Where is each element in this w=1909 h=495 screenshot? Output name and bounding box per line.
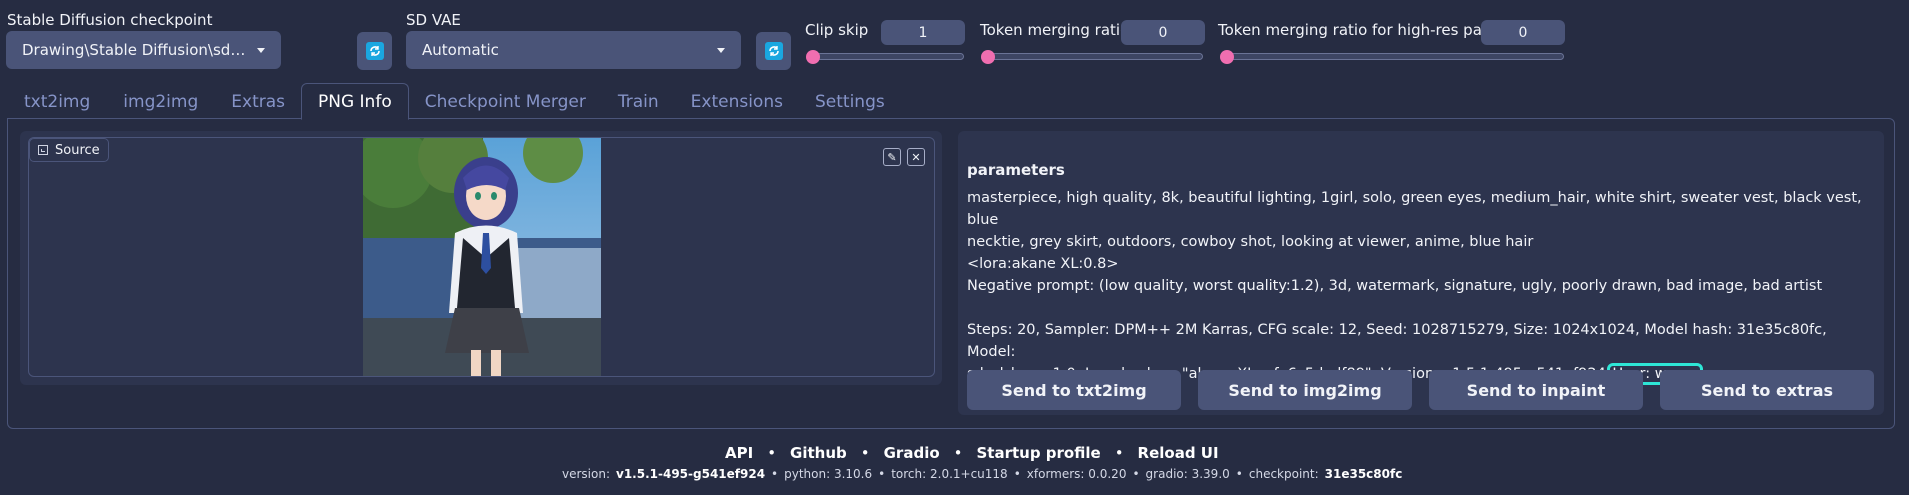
send-to-inpaint-button[interactable]: Send to inpaint [1429,370,1643,410]
footer-links: API • Github • Gradio • Startup profile … [725,444,1219,462]
refresh-checkpoint-button[interactable] [357,32,392,70]
token-merging-hr-slider-thumb[interactable] [1220,50,1234,64]
checkpoint-label: Stable Diffusion checkpoint [7,11,213,29]
tab-checkpoint-merger[interactable]: Checkpoint Merger [409,84,602,120]
chevron-down-icon [257,47,265,53]
clip-skip-label: Clip skip [805,21,869,39]
version-info: version: v1.5.1-495-g541ef924 • python: … [562,467,1403,481]
token-merging-input[interactable]: 0 [1121,20,1205,45]
footer-link-reload-ui[interactable]: Reload UI [1138,444,1219,462]
token-merging-hr-label: Token merging ratio for high-res pass [1218,21,1498,39]
negative-prompt-line: Negative prompt: (low quality, worst qua… [967,278,1823,294]
checkpoint-value: Drawing\Stable Diffusion\sd_xl_base_ [22,41,249,59]
token-merging-hr-input[interactable]: 0 [1481,20,1565,45]
footer-link-github[interactable]: Github [790,444,847,462]
refresh-vae-button[interactable] [756,32,791,70]
python-version: python: 3.10.6 [784,467,873,481]
footer-link-gradio[interactable]: Gradio [884,444,940,462]
params-line-1: Steps: 20, Sampler: DPM++ 2M Karras, CFG… [967,322,1827,360]
source-label: Source [55,142,100,158]
token-merging-slider-track[interactable] [985,53,1203,60]
prompt-line-2: necktie, grey skirt, outdoors, cowboy sh… [967,234,1534,250]
clip-skip-slider-track[interactable] [810,53,964,60]
chevron-down-icon [717,47,725,53]
tab-png-info[interactable]: PNG Info [301,83,409,120]
info-heading: parameters [967,161,1065,179]
clear-image-button[interactable]: ✕ [907,148,925,166]
refresh-icon [764,42,783,60]
version-label: version: [562,467,610,481]
lora-line: <lora:akane XL:0.8> [967,256,1119,272]
gradio-version: gradio: 3.39.0 [1145,467,1230,481]
token-merging-hr-slider-track[interactable] [1224,53,1564,60]
tab-extras[interactable]: Extras [215,84,301,120]
pencil-icon: ✎ [887,150,897,164]
source-label-badge: Source [29,138,109,162]
vae-value: Automatic [422,41,499,59]
tab-txt2img[interactable]: txt2img [8,84,106,120]
version-value: v1.5.1-495-g541ef924 [616,467,766,481]
tab-settings[interactable]: Settings [799,84,901,120]
refresh-icon [365,42,384,60]
edit-image-button[interactable]: ✎ [883,148,901,166]
checkpoint-hash-value: 31e35c80fc [1324,467,1403,481]
token-merging-label: Token merging ratio [980,21,1130,39]
checkpoint-hash-label: checkpoint: [1248,467,1319,481]
checkpoint-dropdown[interactable]: Drawing\Stable Diffusion\sd_xl_base_ [6,31,281,69]
generation-info-text: masterpiece, high quality, 8k, beautiful… [967,187,1872,385]
tab-extensions[interactable]: Extensions [675,84,799,120]
footer-link-startup-profile[interactable]: Startup profile [977,444,1101,462]
send-to-extras-button[interactable]: Send to extras [1660,370,1874,410]
main-tabs: txt2img img2img Extras PNG Info Checkpoi… [8,83,901,120]
vae-label: SD VAE [406,11,461,29]
send-to-img2img-button[interactable]: Send to img2img [1198,370,1412,410]
clip-skip-slider-thumb[interactable] [806,50,820,64]
image-icon [38,145,48,155]
torch-version: torch: 2.0.1+cu118 [891,467,1008,481]
source-image [363,138,601,376]
prompt-line-1: masterpiece, high quality, 8k, beautiful… [967,190,1862,228]
send-to-txt2img-button[interactable]: Send to txt2img [967,370,1181,410]
xformers-version: xformers: 0.0.20 [1026,467,1127,481]
vae-dropdown[interactable]: Automatic [406,31,741,69]
clip-skip-input[interactable]: 1 [881,20,965,45]
close-icon: ✕ [911,150,921,164]
tab-train[interactable]: Train [602,84,675,120]
footer-link-api[interactable]: API [725,444,753,462]
tab-img2img[interactable]: img2img [106,84,215,120]
token-merging-slider-thumb[interactable] [981,50,995,64]
